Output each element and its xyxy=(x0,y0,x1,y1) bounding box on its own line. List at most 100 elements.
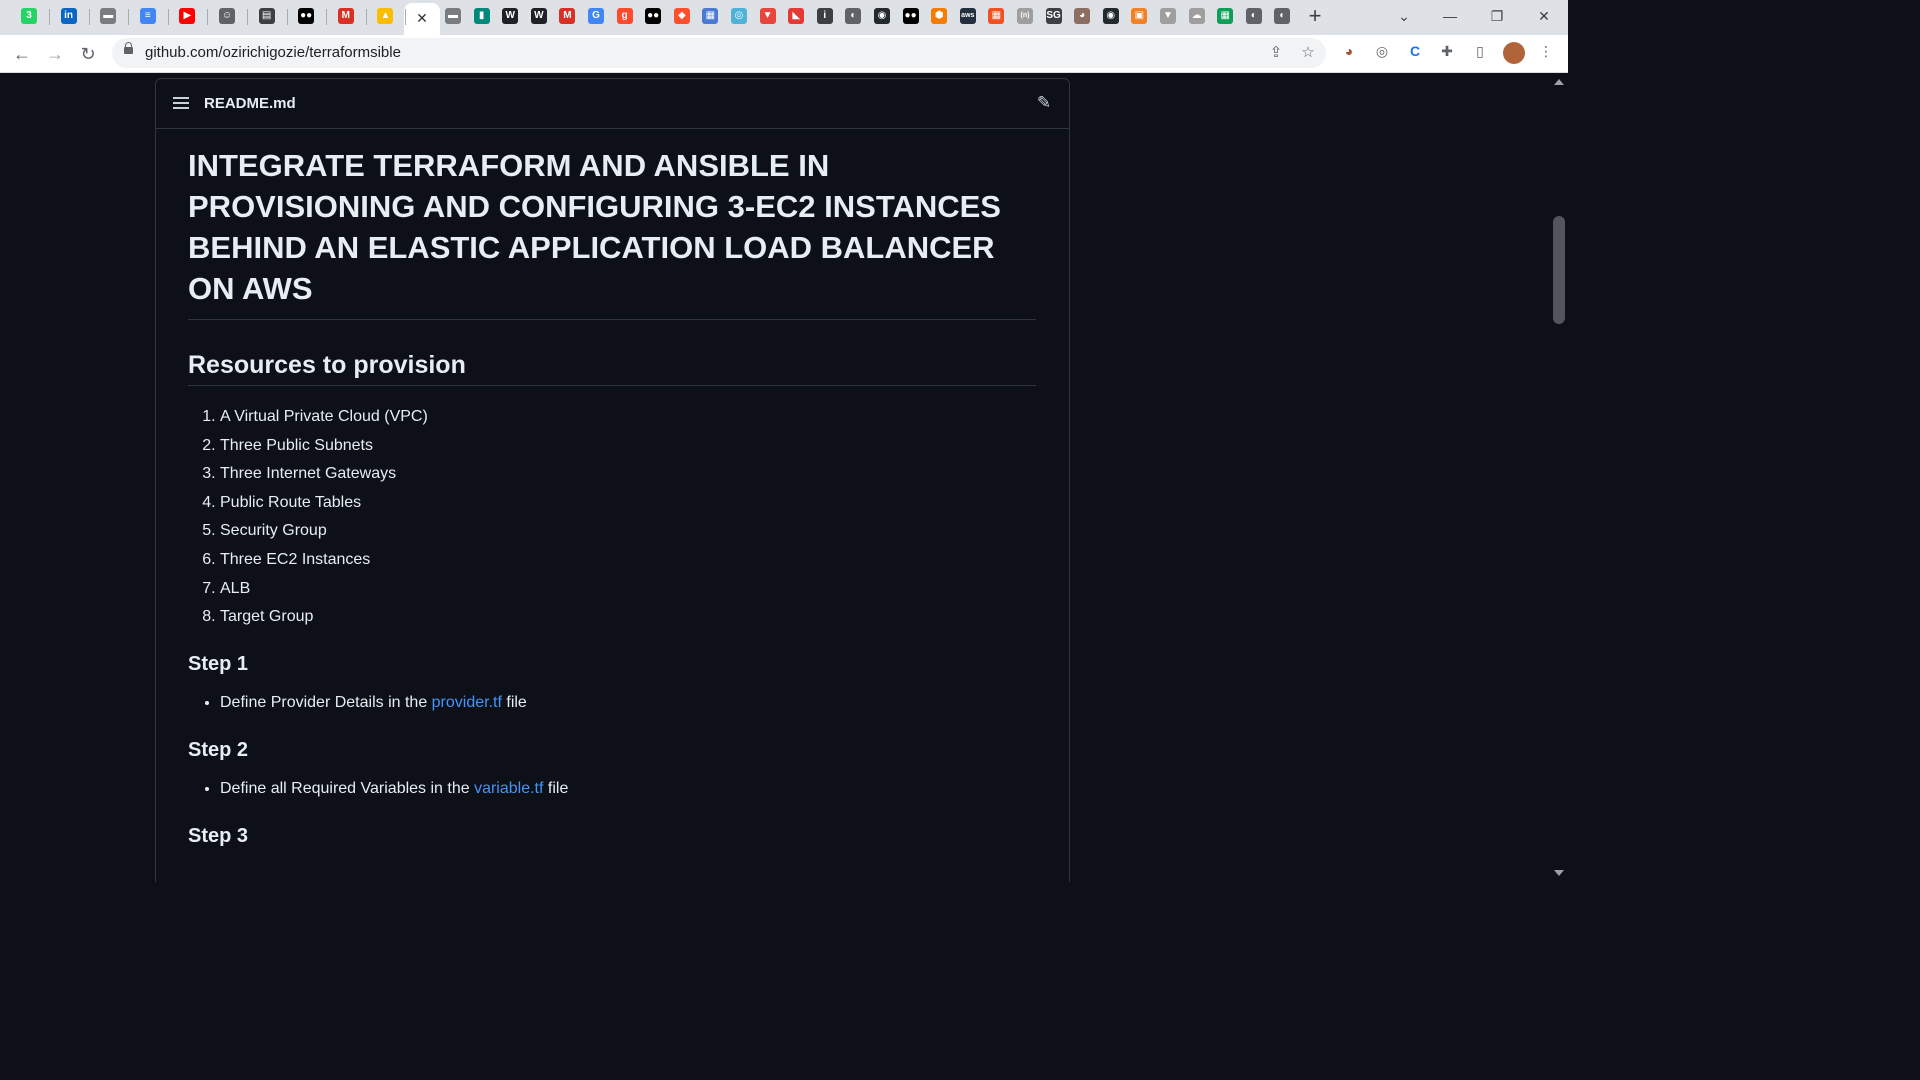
tab-divider xyxy=(128,9,130,25)
browser-tab[interactable]: ☁ xyxy=(1186,3,1208,29)
browser-tab[interactable]: ▣ xyxy=(1128,3,1150,29)
share-icon[interactable]: ⇪ xyxy=(1266,43,1286,63)
close-tab-icon[interactable]: ✕ xyxy=(414,10,430,26)
address-bar[interactable]: github.com/ozirichigozie/terraformsible … xyxy=(112,38,1326,68)
close-window-button[interactable]: ✕ xyxy=(1530,4,1558,28)
linkedin-icon: in xyxy=(60,8,77,24)
maximize-button[interactable]: ❐ xyxy=(1483,4,1511,28)
browser-tab[interactable]: ☺ xyxy=(216,3,238,29)
tab-search-icon[interactable]: ⌄ xyxy=(1390,4,1418,28)
scroll-down-arrow[interactable] xyxy=(1554,870,1564,876)
browser-tab[interactable]: ▲ xyxy=(374,3,396,29)
n-icon: (n) xyxy=(1017,8,1033,24)
lock-icon[interactable] xyxy=(124,42,133,54)
active-tab[interactable]: ✕ xyxy=(404,3,440,35)
page-scrollbar[interactable] xyxy=(1550,73,1568,882)
step2-list: Define all Required Variables in the var… xyxy=(188,779,1036,798)
avatar-icon: ◕ xyxy=(1074,8,1091,24)
outline-list-icon[interactable] xyxy=(173,96,189,110)
browser-tab[interactable]: ▶ xyxy=(176,3,198,29)
browser-tab[interactable]: ◣ xyxy=(785,3,807,29)
readme-container: README.md ✎ INTEGRATE TERRAFORM AND ANSI… xyxy=(155,78,1070,882)
browser-tab[interactable]: M xyxy=(335,3,357,29)
scroll-up-arrow[interactable] xyxy=(1554,79,1564,85)
browser-tab[interactable]: ⬢ xyxy=(928,3,950,29)
variable-tf-link[interactable]: variable.tf xyxy=(474,780,543,797)
browser-tab[interactable]: ▬ xyxy=(97,3,119,29)
browser-tab[interactable]: in xyxy=(58,3,80,29)
list-item: Three EC2 Instances xyxy=(220,550,1036,569)
provider-tf-link[interactable]: provider.tf xyxy=(432,694,502,711)
grammarly-icon[interactable]: ◎ xyxy=(1372,41,1392,61)
browser-tab[interactable]: ◎ xyxy=(728,3,750,29)
reload-button[interactable]: ↻ xyxy=(75,41,101,67)
browser-tab[interactable]: ◐ xyxy=(1271,3,1293,29)
url-text[interactable]: github.com/ozirichigozie/terraformsible xyxy=(145,44,401,61)
browser-tab[interactable]: ◉ xyxy=(1100,3,1122,29)
browser-tab[interactable]: ≡ xyxy=(137,3,159,29)
tab-divider xyxy=(286,9,288,25)
browser-tab[interactable]: i xyxy=(814,3,836,29)
wikipedia-icon: W xyxy=(530,8,547,24)
github-icon: ◉ xyxy=(1102,8,1119,24)
step2-suffix: file xyxy=(543,780,569,798)
browser-tab[interactable]: ◐ xyxy=(1243,3,1265,29)
c-extension-icon[interactable]: C xyxy=(1405,41,1425,61)
browser-tab[interactable]: ◉ xyxy=(871,3,893,29)
step3-heading: Step 3 xyxy=(188,825,249,848)
badge-icon: ▼ xyxy=(1160,8,1176,24)
browser-tab[interactable]: ▦ xyxy=(699,3,721,29)
browser-tab[interactable]: ◐ xyxy=(842,3,864,29)
new-tab-button[interactable]: + xyxy=(1304,5,1326,28)
bookmark-star-icon[interactable]: ☆ xyxy=(1298,43,1318,63)
tab-strip: ✕ + ⌄ — ❐ ✕ 3 in ▬ ≡ ▶ ☺ ▤ ●● M ▲ ▬ ▮ W W M Gg ●● ◆ ▦ ◎ ▼ ◣ i ◐… xyxy=(0,0,1568,35)
extensions-puzzle-icon[interactable]: ✚ xyxy=(1437,41,1457,61)
docs-icon: ≡ xyxy=(139,8,156,24)
calendar-icon: ▦ xyxy=(702,8,719,24)
browser-tab[interactable]: ▼ xyxy=(757,3,779,29)
browser-tab[interactable]: ▼ xyxy=(1157,3,1179,29)
browser-tab[interactable]: W xyxy=(499,3,521,29)
browser-tab[interactable]: M xyxy=(556,3,578,29)
smiley-icon: ☺ xyxy=(219,8,235,24)
resources-list: A Virtual Private Cloud (VPC) Three Publ… xyxy=(188,407,1036,626)
step2-text: Define all Required Variables in the xyxy=(220,780,475,798)
tab-divider xyxy=(88,9,90,25)
browser-tab[interactable]: ●● xyxy=(642,3,664,29)
cube-icon: ⬢ xyxy=(931,8,948,24)
stack-icon: ▣ xyxy=(1131,8,1148,24)
tab-divider xyxy=(365,9,367,25)
google-icon: G xyxy=(588,8,604,24)
browser-tab[interactable]: SG xyxy=(1043,3,1065,29)
extension-avatar-icon[interactable]: ◕ xyxy=(1339,41,1359,61)
browser-tab[interactable]: ▦ xyxy=(1214,3,1236,29)
browser-tab[interactable]: ▤ xyxy=(256,3,278,29)
browser-tab[interactable]: W xyxy=(528,3,550,29)
forward-button[interactable]: → xyxy=(42,41,68,67)
browser-tab[interactable]: (n) xyxy=(1014,3,1036,29)
minimize-button[interactable]: — xyxy=(1436,4,1464,28)
side-panel-icon[interactable]: ▯ xyxy=(1470,41,1490,61)
browser-tab[interactable]: 3 xyxy=(18,3,40,29)
medium-icon: ●● xyxy=(902,8,919,24)
browser-tab[interactable]: G xyxy=(585,3,607,29)
browser-tab[interactable]: ●● xyxy=(295,3,317,29)
film-icon: ▤ xyxy=(258,8,275,24)
browser-tab[interactable]: ◕ xyxy=(1071,3,1093,29)
browser-tab[interactable]: ▬ xyxy=(442,3,464,29)
tab-divider xyxy=(207,9,209,25)
browser-tab[interactable]: ▦ xyxy=(985,3,1007,29)
scrollbar-thumb[interactable] xyxy=(1553,216,1565,324)
browser-tab[interactable]: ▮ xyxy=(471,3,493,29)
folder-icon: ▬ xyxy=(445,8,461,24)
sheets-icon: ▦ xyxy=(1217,8,1234,24)
profile-avatar[interactable] xyxy=(1503,42,1525,64)
browser-tab[interactable]: aws xyxy=(957,3,979,29)
browser-menu-icon[interactable]: ⋮ xyxy=(1536,41,1556,61)
pdf-icon: ◣ xyxy=(788,8,805,24)
browser-tab[interactable]: ●● xyxy=(900,3,922,29)
browser-tab[interactable]: ◆ xyxy=(671,3,693,29)
browser-tab[interactable]: g xyxy=(614,3,636,29)
edit-pencil-icon[interactable]: ✎ xyxy=(1034,93,1054,113)
back-button[interactable]: ← xyxy=(9,41,35,67)
